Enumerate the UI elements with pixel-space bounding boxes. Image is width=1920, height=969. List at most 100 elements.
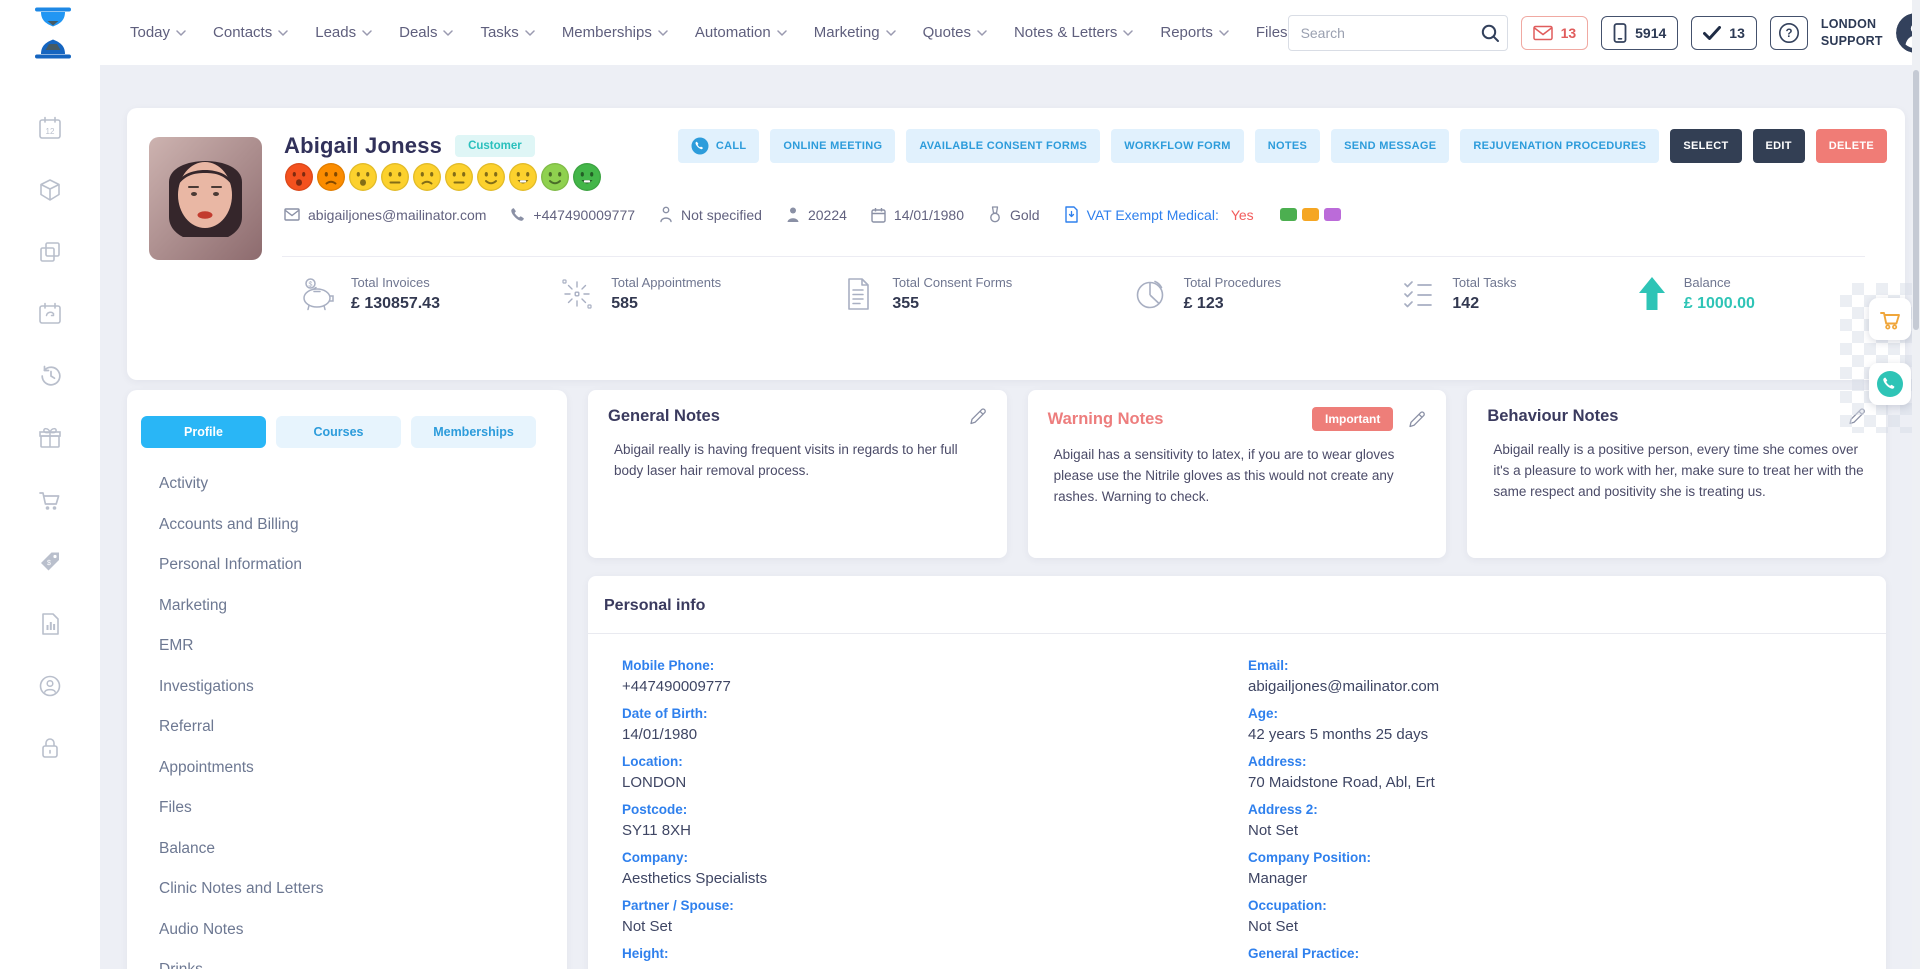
menu-item-balance[interactable]: Balance	[159, 829, 567, 870]
messages-count: 13	[1561, 25, 1577, 41]
sidebar-duplicate-icon[interactable]	[37, 239, 63, 265]
pie-chart-icon	[1130, 274, 1170, 314]
menu-item-appointments[interactable]: Appointments	[159, 748, 567, 789]
mood-upset-icon[interactable]	[316, 162, 346, 192]
menu-item-accounts-and-billing[interactable]: Accounts and Billing	[159, 505, 567, 546]
mood-happy-icon[interactable]	[540, 162, 570, 192]
contact-14-01-1980: 14/01/1980	[871, 207, 964, 223]
call-button[interactable]: CALL	[678, 129, 760, 163]
help-button[interactable]: ?	[1770, 16, 1808, 50]
menu-item-investigations[interactable]: Investigations	[159, 667, 567, 708]
nav-reports[interactable]: Reports	[1160, 24, 1229, 41]
email-icon	[284, 208, 300, 221]
contact-gold: Gold	[988, 206, 1040, 223]
tab-profile[interactable]: Profile	[141, 416, 266, 448]
call-widget-button[interactable]	[1869, 363, 1911, 405]
sidebar-gift-icon[interactable]	[37, 425, 63, 451]
sidebar-package-icon[interactable]	[37, 177, 63, 203]
info-label: Address:	[1248, 754, 1874, 769]
search-icon[interactable]	[1473, 16, 1507, 50]
button-label: REJUVENATION PROCEDURES	[1473, 140, 1646, 152]
sidebar-history-icon[interactable]	[37, 363, 63, 389]
button-label: ONLINE MEETING	[783, 140, 882, 152]
nav-automation[interactable]: Automation	[695, 24, 787, 41]
sidebar-user-circle-icon[interactable]	[37, 673, 63, 699]
mobile-icon	[1613, 23, 1627, 43]
phone-icon	[510, 207, 525, 222]
note-title: Behaviour Notes	[1487, 407, 1618, 426]
cart-widget-button[interactable]	[1869, 298, 1911, 340]
edit-note-pencil-icon[interactable]	[1407, 410, 1426, 429]
nav-contacts[interactable]: Contacts	[213, 24, 288, 41]
app-logo-hourglass-icon[interactable]	[30, 7, 76, 59]
tab-courses[interactable]: Courses	[276, 416, 401, 448]
workflow-form-button[interactable]: WORKFLOW FORM	[1111, 129, 1244, 163]
menu-item-audio-notes[interactable]: Audio Notes	[159, 910, 567, 951]
nav-memberships[interactable]: Memberships	[562, 24, 668, 41]
nav-leads[interactable]: Leads	[315, 24, 372, 41]
edit-button[interactable]: EDIT	[1753, 129, 1805, 163]
notes-button[interactable]: NOTES	[1255, 129, 1320, 163]
available-consent-forms-button[interactable]: AVAILABLE CONSENT FORMS	[906, 129, 1100, 163]
delete-button[interactable]: DELETE	[1816, 129, 1887, 163]
search-input[interactable]	[1289, 25, 1473, 41]
lock-icon	[37, 735, 63, 761]
scrollbar-thumb[interactable]	[1913, 70, 1919, 330]
nav-marketing[interactable]: Marketing	[814, 24, 896, 41]
select-button[interactable]: SELECT	[1670, 129, 1741, 163]
sidebar-calendar-sync-icon[interactable]	[37, 301, 63, 327]
sidebar-cart-icon[interactable]	[37, 487, 63, 513]
info-row-date-of-birth: Date of Birth:14/01/1980	[622, 706, 1248, 754]
sidebar-report-icon[interactable]	[37, 611, 63, 637]
menu-item-activity[interactable]: Activity	[159, 464, 567, 505]
mood-content-icon[interactable]	[476, 162, 506, 192]
menu-item-personal-information[interactable]: Personal Information	[159, 545, 567, 586]
gender-icon	[659, 206, 673, 223]
mood-sad-icon[interactable]	[348, 162, 378, 192]
messages-badge[interactable]: 13	[1521, 16, 1589, 50]
menu-item-marketing[interactable]: Marketing	[159, 586, 567, 627]
mood-neutral-icon[interactable]	[444, 162, 474, 192]
tab-memberships[interactable]: Memberships	[411, 416, 536, 448]
nav-notes-letters[interactable]: Notes & Letters	[1014, 24, 1133, 41]
nav-tasks[interactable]: Tasks	[480, 24, 534, 41]
menu-item-emr[interactable]: EMR	[159, 626, 567, 667]
sidebar-price-tag-icon[interactable]: $	[37, 549, 63, 575]
nav-quotes[interactable]: Quotes	[923, 24, 987, 41]
menu-item-drinks[interactable]: Drinks	[159, 950, 567, 969]
personal-info-right-column: Email:abigailjones@mailinator.comAge:42 …	[1248, 658, 1874, 969]
mood-meh-icon[interactable]	[380, 162, 410, 192]
mood-displeased-icon[interactable]	[412, 162, 442, 192]
info-row-address: Address: 70 Maidstone Road, Abl, Ert	[1248, 754, 1874, 802]
mood-delighted-icon[interactable]	[572, 162, 602, 192]
info-value: 70 Maidstone Road, Abl, Ert	[1248, 774, 1874, 791]
nav-deals[interactable]: Deals	[399, 24, 453, 41]
menu-item-files[interactable]: Files	[159, 788, 567, 829]
main-nav: Today Contacts Leads Deals Tasks Memberships A…	[130, 24, 1288, 41]
menu-item-referral[interactable]: Referral	[159, 707, 567, 748]
sidebar-lock-icon[interactable]	[37, 735, 63, 761]
send-message-button[interactable]: SEND MESSAGE	[1331, 129, 1449, 163]
tasks-badge[interactable]: 13	[1691, 16, 1757, 50]
page-scrollbar[interactable]	[1912, 0, 1920, 969]
edit-note-pencil-icon[interactable]	[968, 407, 987, 426]
mood-angry-icon[interactable]	[284, 162, 314, 192]
nav-today[interactable]: Today	[130, 24, 186, 41]
online-meeting-button[interactable]: ONLINE MEETING	[770, 129, 895, 163]
note-title: Warning Notes	[1048, 410, 1164, 429]
sidebar-calendar-icon[interactable]: 12	[37, 115, 63, 141]
nav-files[interactable]: Files	[1256, 24, 1288, 41]
info-value: +447490009777	[622, 678, 1248, 695]
stat-value: 585	[611, 295, 721, 313]
contact-vat-exempt-medical: VAT Exempt Medical:Yes	[1064, 206, 1254, 223]
contact-20224: 20224	[786, 206, 847, 223]
contact-abigailjones-mailinator-com: abigailjones@mailinator.com	[284, 207, 486, 223]
client-photo[interactable]	[149, 137, 262, 260]
info-label: Age:	[1248, 706, 1874, 721]
info-row-address-2: Address 2:Not Set	[1248, 802, 1874, 850]
sms-badge[interactable]: 5914	[1601, 16, 1678, 50]
menu-item-clinic-notes-and-letters[interactable]: Clinic Notes and Letters	[159, 869, 567, 910]
note-body: Abigail really is having frequent visits…	[614, 439, 987, 481]
rejuvenation-procedures-button[interactable]: REJUVENATION PROCEDURES	[1460, 129, 1659, 163]
mood-pleased-icon[interactable]	[508, 162, 538, 192]
